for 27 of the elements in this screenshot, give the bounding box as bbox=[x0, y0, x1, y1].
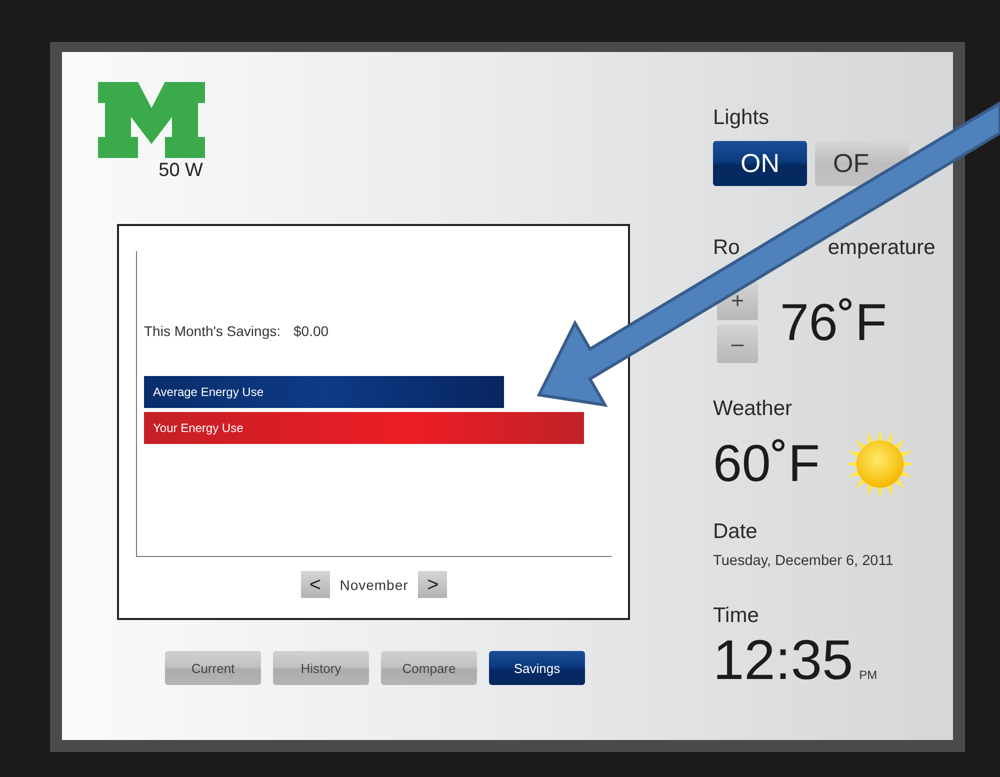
toggle-button[interactable]: ON bbox=[713, 141, 807, 186]
weather-temperature: 60˚F bbox=[713, 438, 820, 490]
section-title: Time bbox=[713, 604, 760, 628]
section-title: Lights bbox=[713, 106, 770, 130]
decrease-button[interactable]: – bbox=[717, 325, 758, 363]
savings-label: This Month's Savings: bbox=[144, 323, 281, 339]
tab[interactable]: Current bbox=[165, 651, 261, 685]
previous-button[interactable]: < bbox=[300, 571, 330, 598]
time-period: PM bbox=[859, 668, 878, 682]
tab[interactable]: Compare bbox=[381, 651, 477, 685]
logo-caption: 50 W bbox=[158, 160, 203, 182]
section-title: emperature bbox=[828, 236, 936, 260]
tab[interactable]: History bbox=[273, 651, 369, 685]
section-title: Weather bbox=[713, 397, 793, 421]
temperature-value: 76˚F bbox=[780, 296, 887, 348]
time-value: 12:35 bbox=[713, 631, 854, 690]
energy-bar: Your Energy Use bbox=[144, 412, 584, 444]
section-title: Date bbox=[713, 520, 758, 544]
month-label: November bbox=[340, 576, 408, 592]
date-value: Tuesday, December 6, 2011 bbox=[713, 553, 894, 569]
section-title: Ro bbox=[713, 236, 740, 260]
tab[interactable]: Savings bbox=[489, 651, 585, 685]
sun-icon bbox=[844, 428, 916, 500]
next-button[interactable]: > bbox=[418, 571, 448, 598]
savings-value: $0.00 bbox=[294, 323, 329, 339]
logo-icon bbox=[98, 82, 205, 158]
energy-bar: Average Energy Use bbox=[144, 376, 504, 408]
